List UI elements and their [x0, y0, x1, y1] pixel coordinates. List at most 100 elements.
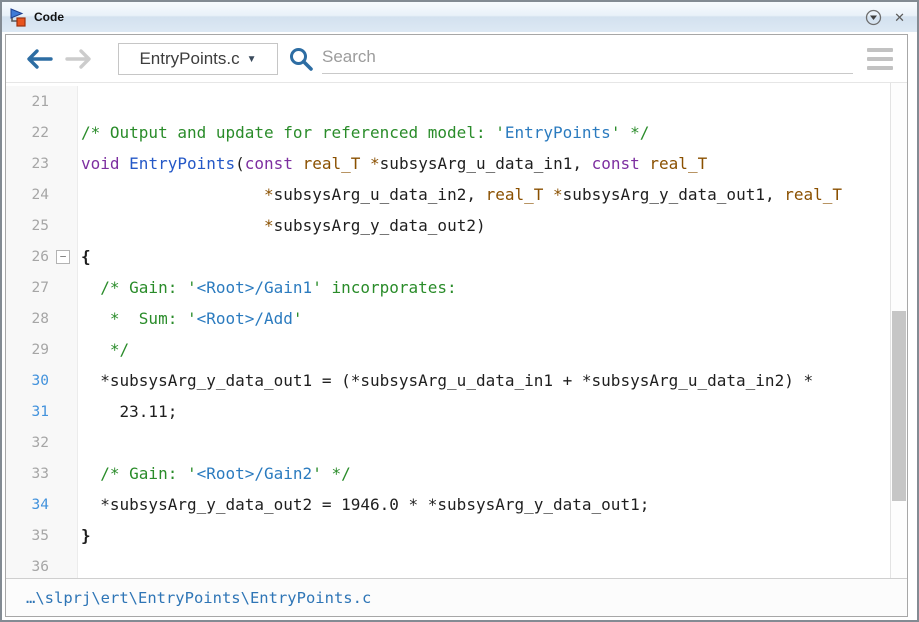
code-line: 34 *subsysArg_y_data_out2 = 1946.0 * *su…	[6, 489, 890, 520]
file-path-link[interactable]: …\slprj\ert\EntryPoints\EntryPoints.c	[26, 589, 371, 607]
gutter-cell: 29	[6, 334, 78, 365]
code-token: subsysArg_y_data_out1,	[563, 185, 785, 204]
line-number: 26	[6, 249, 49, 265]
code-token: const	[245, 154, 293, 173]
gutter-cell: 23	[6, 148, 78, 179]
code-token: /* Output and update for referenced mode…	[81, 123, 505, 142]
line-number: 27	[6, 280, 49, 296]
code-token: * Sum: '	[81, 309, 197, 328]
search-field-wrap	[322, 41, 853, 74]
window-title: Code	[34, 10, 865, 24]
traced-line-number[interactable]: 31	[6, 404, 49, 420]
code-token: *	[264, 185, 274, 204]
line-number: 29	[6, 342, 49, 358]
code-token	[640, 154, 650, 173]
gutter-cell: 27	[6, 272, 78, 303]
code-text: *subsysArg_u_data_in2, real_T *subsysArg…	[78, 185, 842, 204]
code-text: /* Output and update for referenced mode…	[78, 123, 649, 142]
code-token: '	[293, 309, 303, 328]
traced-line-number[interactable]: 34	[6, 497, 49, 513]
file-selector-value: EntryPoints.c	[139, 49, 239, 69]
code-text: }	[78, 526, 91, 545]
back-arrow-icon[interactable]	[24, 47, 54, 71]
forward-arrow-icon[interactable]	[64, 47, 94, 71]
code-token: (	[235, 154, 245, 173]
code-text: * Sum: '<Root>/Add'	[78, 309, 303, 328]
code-line: 35}	[6, 520, 890, 551]
search-icon	[288, 46, 314, 72]
code-token: EntryPoints	[129, 154, 235, 173]
code-text: */	[78, 340, 129, 359]
code-token: */	[81, 340, 129, 359]
gutter-cell: 21	[6, 86, 78, 117]
gutter-cell: 31	[6, 396, 78, 427]
gutter-cell: 35	[6, 520, 78, 551]
code-token: const	[592, 154, 640, 173]
gutter-cell: 26−	[6, 241, 78, 272]
code-token: }	[81, 526, 91, 545]
gutter-cell: 34	[6, 489, 78, 520]
code-text: void EntryPoints(const real_T *subsysArg…	[78, 154, 707, 173]
code-text: *subsysArg_y_data_out1 = (*subsysArg_u_d…	[78, 371, 813, 390]
code-text: 23.11;	[78, 402, 177, 421]
code-token: real_T	[303, 154, 361, 173]
code-token: subsysArg_y_data_out2)	[274, 216, 486, 235]
code-line: 31 23.11;	[6, 396, 890, 427]
gutter-cell: 32	[6, 427, 78, 458]
block-hyperlink[interactable]: <Root>/Gain1	[197, 278, 313, 297]
code-token	[543, 185, 553, 204]
code-token: *	[264, 216, 274, 235]
code-editor: 2122/* Output and update for referenced …	[6, 83, 907, 578]
code-token	[81, 216, 264, 235]
chevron-down-icon: ▼	[247, 52, 257, 65]
code-line: 25 *subsysArg_y_data_out2)	[6, 210, 890, 241]
code-window: Code ✕ EntryPoints.c ▼	[0, 0, 919, 622]
code-text: *subsysArg_y_data_out2)	[78, 216, 486, 235]
code-token	[360, 154, 370, 173]
line-number: 35	[6, 528, 49, 544]
code-line: 30 *subsysArg_y_data_out1 = (*subsysArg_…	[6, 365, 890, 396]
gutter-cell: 33	[6, 458, 78, 489]
line-number: 23	[6, 156, 49, 172]
code-line: 32	[6, 427, 890, 458]
code-line: 33 /* Gain: '<Root>/Gain2' */	[6, 458, 890, 489]
block-hyperlink[interactable]: EntryPoints	[505, 123, 611, 142]
close-icon[interactable]: ✕	[894, 11, 905, 24]
code-text: /* Gain: '<Root>/Gain1' incorporates:	[78, 278, 457, 297]
code-token: /* Gain: '	[81, 278, 197, 297]
code-token: *	[370, 154, 380, 173]
code-line: 36	[6, 551, 890, 578]
code-line: 29 */	[6, 334, 890, 365]
code-token	[120, 154, 130, 173]
code-line: 28 * Sum: '<Root>/Add'	[6, 303, 890, 334]
search-input[interactable]	[322, 47, 853, 67]
file-selector-dropdown[interactable]: EntryPoints.c ▼	[118, 43, 278, 75]
model-block-icon	[9, 8, 28, 27]
code-token: ' */	[312, 464, 351, 483]
line-number: 28	[6, 311, 49, 327]
menu-icon[interactable]	[867, 48, 893, 70]
toolbar: EntryPoints.c ▼	[6, 35, 907, 83]
code-line: 22/* Output and update for referenced mo…	[6, 117, 890, 148]
code-lines: 2122/* Output and update for referenced …	[6, 83, 890, 578]
gutter-cell: 30	[6, 365, 78, 396]
gutter-cell: 36	[6, 551, 78, 578]
code-token: subsysArg_u_data_in1,	[380, 154, 592, 173]
dock-menu-icon[interactable]	[865, 9, 882, 26]
code-token	[293, 154, 303, 173]
code-token: real_T	[649, 154, 707, 173]
code-token: void	[81, 154, 120, 173]
scrollbar-thumb[interactable]	[892, 311, 906, 501]
code-token: ' */	[611, 123, 650, 142]
vertical-scrollbar[interactable]	[890, 83, 907, 578]
code-line: 21	[6, 86, 890, 117]
block-hyperlink[interactable]: <Root>/Gain2	[197, 464, 313, 483]
code-line: 24 *subsysArg_u_data_in2, real_T *subsys…	[6, 179, 890, 210]
line-number: 36	[6, 559, 49, 575]
traced-line-number[interactable]: 30	[6, 373, 49, 389]
code-line: 26−{	[6, 241, 890, 272]
code-token: *	[553, 185, 563, 204]
code-text: /* Gain: '<Root>/Gain2' */	[78, 464, 351, 483]
block-hyperlink[interactable]: <Root>/Add	[197, 309, 293, 328]
fold-toggle-icon[interactable]: −	[56, 250, 70, 264]
